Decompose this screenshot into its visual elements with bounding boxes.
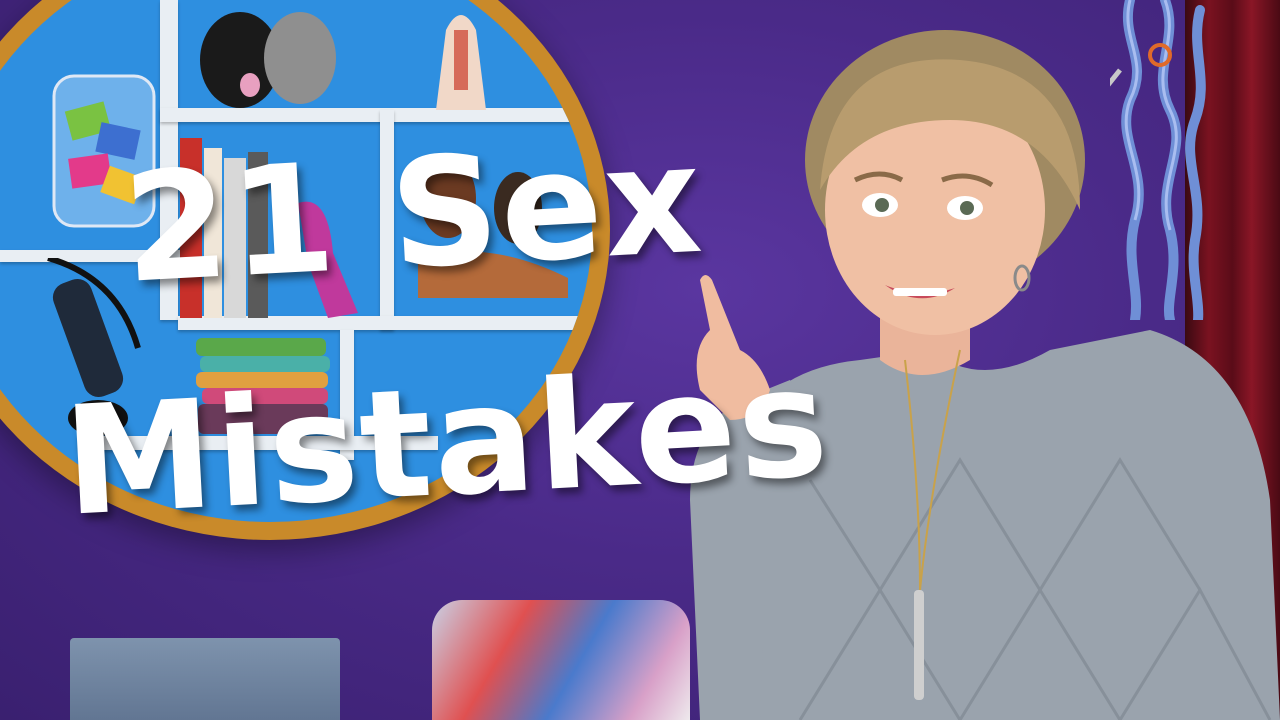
file-drawer [70,638,340,720]
video-thumbnail: 21 Sex Mistakes [0,0,1280,720]
plush-toys [180,0,380,108]
thumbnail-title-line1: 21 Sex [119,112,708,317]
anatomical-figurine [426,0,496,110]
colorful-bag [432,600,690,720]
